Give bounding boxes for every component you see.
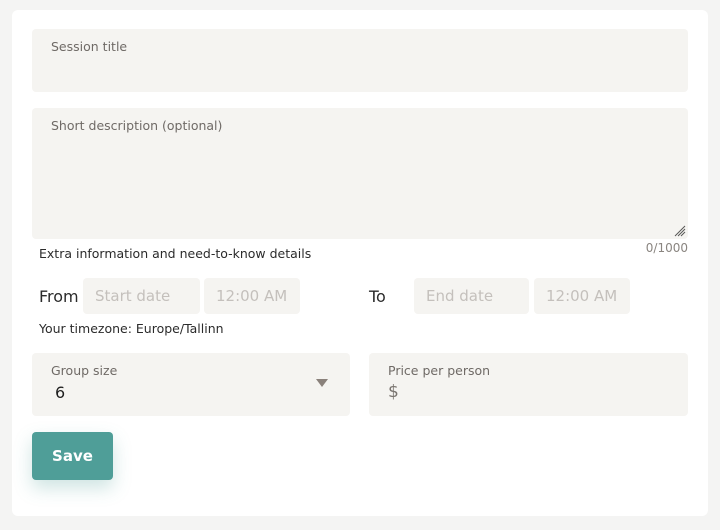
end-date-input[interactable]: End date (414, 278, 529, 314)
session-form-card: Session title Short description (optiona… (12, 10, 708, 516)
price-per-person-field[interactable]: Price per person $ (369, 353, 688, 416)
group-size-label: Group size (51, 363, 118, 378)
from-label: From (39, 287, 79, 306)
start-time-input[interactable]: 12:00 AM (204, 278, 300, 314)
end-time-input[interactable]: 12:00 AM (534, 278, 630, 314)
short-description-textarea[interactable]: Short description (optional) (32, 108, 688, 239)
description-char-counter: 0/1000 (645, 241, 688, 255)
start-date-input[interactable]: Start date (83, 278, 200, 314)
price-per-person-label: Price per person (388, 363, 491, 378)
session-title-field[interactable]: Session title (32, 29, 688, 92)
group-size-value: 6 (55, 383, 66, 402)
to-label: To (369, 287, 386, 306)
timezone-text: Your timezone: Europe/Tallinn (39, 321, 224, 336)
currency-symbol: $ (388, 382, 399, 402)
description-helper-text: Extra information and need-to-know detai… (39, 246, 312, 261)
short-description-label: Short description (optional) (51, 118, 223, 133)
session-title-label: Session title (51, 39, 128, 54)
group-size-select[interactable]: Group size 6 (32, 353, 350, 416)
chevron-down-icon[interactable] (316, 379, 328, 387)
save-button[interactable]: Save (32, 432, 113, 480)
resize-handle-icon[interactable] (674, 225, 686, 237)
